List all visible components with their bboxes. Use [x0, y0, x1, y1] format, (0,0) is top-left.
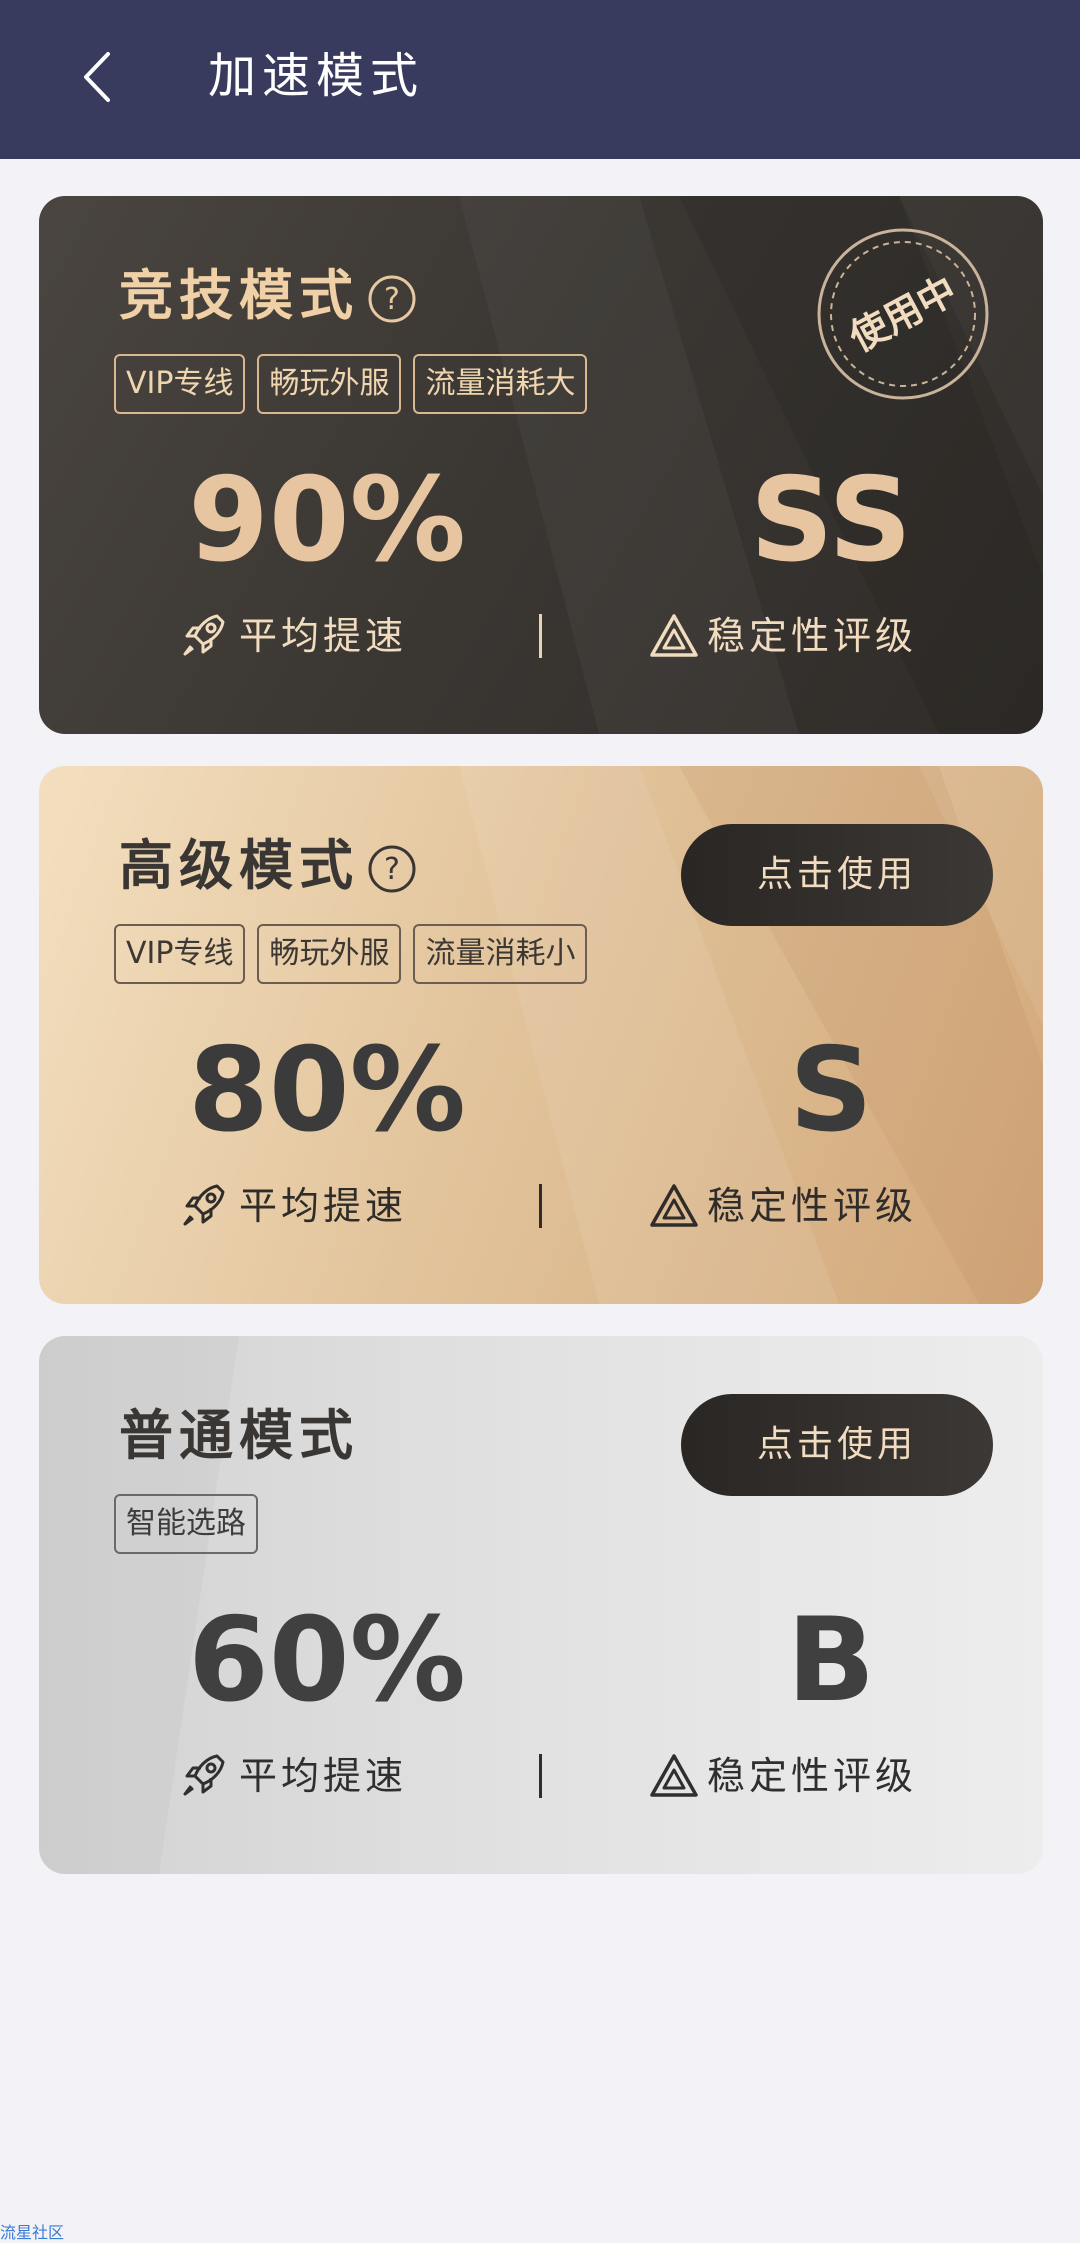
question-circle-icon[interactable]: ?: [367, 844, 417, 894]
mode-card-competitive[interactable]: 竞技模式 ? VIP专线 畅玩外服 流量消耗大 使用中 90% SS 平均提速 …: [39, 196, 1043, 734]
use-advanced-mode-button[interactable]: 点击使用: [681, 824, 993, 926]
divider: [539, 614, 542, 658]
svg-text:?: ?: [384, 852, 400, 887]
top-app-bar: 加速模式: [0, 0, 1080, 159]
question-circle-icon[interactable]: ?: [367, 274, 417, 324]
rating-label: 稳定性评级: [707, 614, 918, 658]
mode-card-advanced[interactable]: 高级模式 ? VIP专线 畅玩外服 流量消耗小 点击使用 80% S 平均提速 …: [39, 766, 1043, 1304]
warning-triangle-icon: [650, 614, 698, 657]
card-title: 高级模式: [119, 834, 359, 897]
rocket-icon: [183, 1184, 225, 1226]
warning-triangle-icon: [650, 1184, 698, 1227]
rating-value: SS: [750, 453, 912, 588]
warning-triangle-icon: [650, 1754, 698, 1797]
tag: 流量消耗大: [413, 354, 588, 414]
rating-value: S: [789, 1023, 873, 1158]
tag: 流量消耗小: [413, 924, 588, 984]
svg-text:?: ?: [384, 282, 400, 317]
rating-label: 稳定性评级: [707, 1754, 918, 1798]
rocket-icon: [183, 1754, 225, 1796]
chevron-left-icon[interactable]: [78, 50, 118, 104]
speed-value: 60%: [188, 1593, 466, 1728]
tag: VIP专线: [114, 924, 246, 984]
page-title: 加速模式: [208, 48, 425, 104]
speed-label: 平均提速: [239, 1184, 408, 1228]
rating-value: B: [786, 1593, 876, 1728]
speed-value: 90%: [188, 453, 466, 588]
tag-list: VIP专线 畅玩外服 流量消耗小: [114, 924, 588, 984]
rating-label: 稳定性评级: [707, 1184, 918, 1228]
card-title: 普通模式: [119, 1404, 359, 1467]
speed-label: 平均提速: [239, 1754, 408, 1798]
tag: 畅玩外服: [257, 354, 402, 414]
rocket-icon: [183, 614, 225, 656]
tag: VIP专线: [114, 354, 246, 414]
speed-label: 平均提速: [239, 614, 408, 658]
watermark-link[interactable]: 流星社区: [0, 2223, 64, 2243]
mode-card-normal[interactable]: 普通模式 智能选路 点击使用 60% B 平均提速 稳定性评级: [39, 1336, 1043, 1874]
use-normal-mode-button[interactable]: 点击使用: [681, 1394, 993, 1496]
tag: 畅玩外服: [257, 924, 402, 984]
tag-list: VIP专线 畅玩外服 流量消耗大: [114, 354, 588, 414]
tag: 智能选路: [114, 1494, 258, 1554]
tag-list: 智能选路: [114, 1494, 258, 1554]
divider: [539, 1184, 542, 1228]
speed-value: 80%: [188, 1023, 466, 1158]
divider: [539, 1754, 542, 1798]
card-title: 竞技模式: [119, 264, 359, 327]
